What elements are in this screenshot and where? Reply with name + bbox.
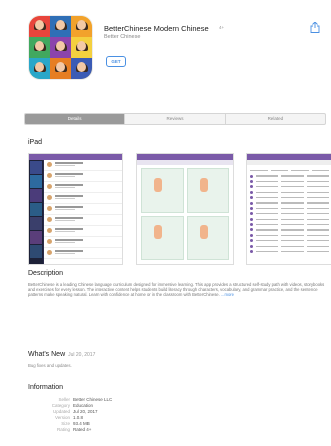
description-body: BetterChinese is a leading Chinese langu… [28, 282, 325, 298]
info-key: Rating [56, 427, 70, 432]
description-title: Description [28, 270, 64, 277]
whats-new-header: What's New Jul 20, 2017 [28, 351, 95, 358]
share-icon[interactable] [310, 22, 320, 33]
whats-new-date: Jul 20, 2017 [68, 352, 96, 358]
segmented-tabs: Details Reviews Related [24, 113, 326, 125]
info-row: Rating Rated 4+ [28, 427, 228, 433]
screenshots-section-title: iPad [28, 139, 43, 146]
tab-reviews[interactable]: Reviews [124, 114, 224, 124]
description-text: BetterChinese is a leading Chinese langu… [28, 282, 328, 298]
get-button[interactable]: GET [106, 56, 126, 67]
screenshot-3[interactable] [246, 153, 331, 265]
screenshot-1[interactable] [28, 153, 123, 265]
app-icon [29, 16, 92, 79]
information-title: Information [28, 384, 64, 391]
info-value: Rated 4+ [73, 427, 92, 432]
information-table: Seller Better Chinese LLC Category Educati… [28, 397, 228, 433]
age-rating-badge: 4+ [219, 25, 225, 30]
developer-link[interactable]: Better Chinese [104, 34, 140, 40]
tab-details[interactable]: Details [25, 114, 125, 124]
more-link[interactable]: ...more [221, 292, 234, 297]
tab-related[interactable]: Related [224, 114, 325, 124]
app-store-page: BetterChinese Modern Chinese 4+ Better C… [0, 0, 331, 446]
app-title: BetterChinese Modern Chinese [104, 24, 209, 33]
screenshot-2[interactable] [136, 153, 234, 265]
whats-new-title: What's New [28, 351, 66, 358]
whats-new-note: Bug fixes and updates. [28, 363, 72, 368]
